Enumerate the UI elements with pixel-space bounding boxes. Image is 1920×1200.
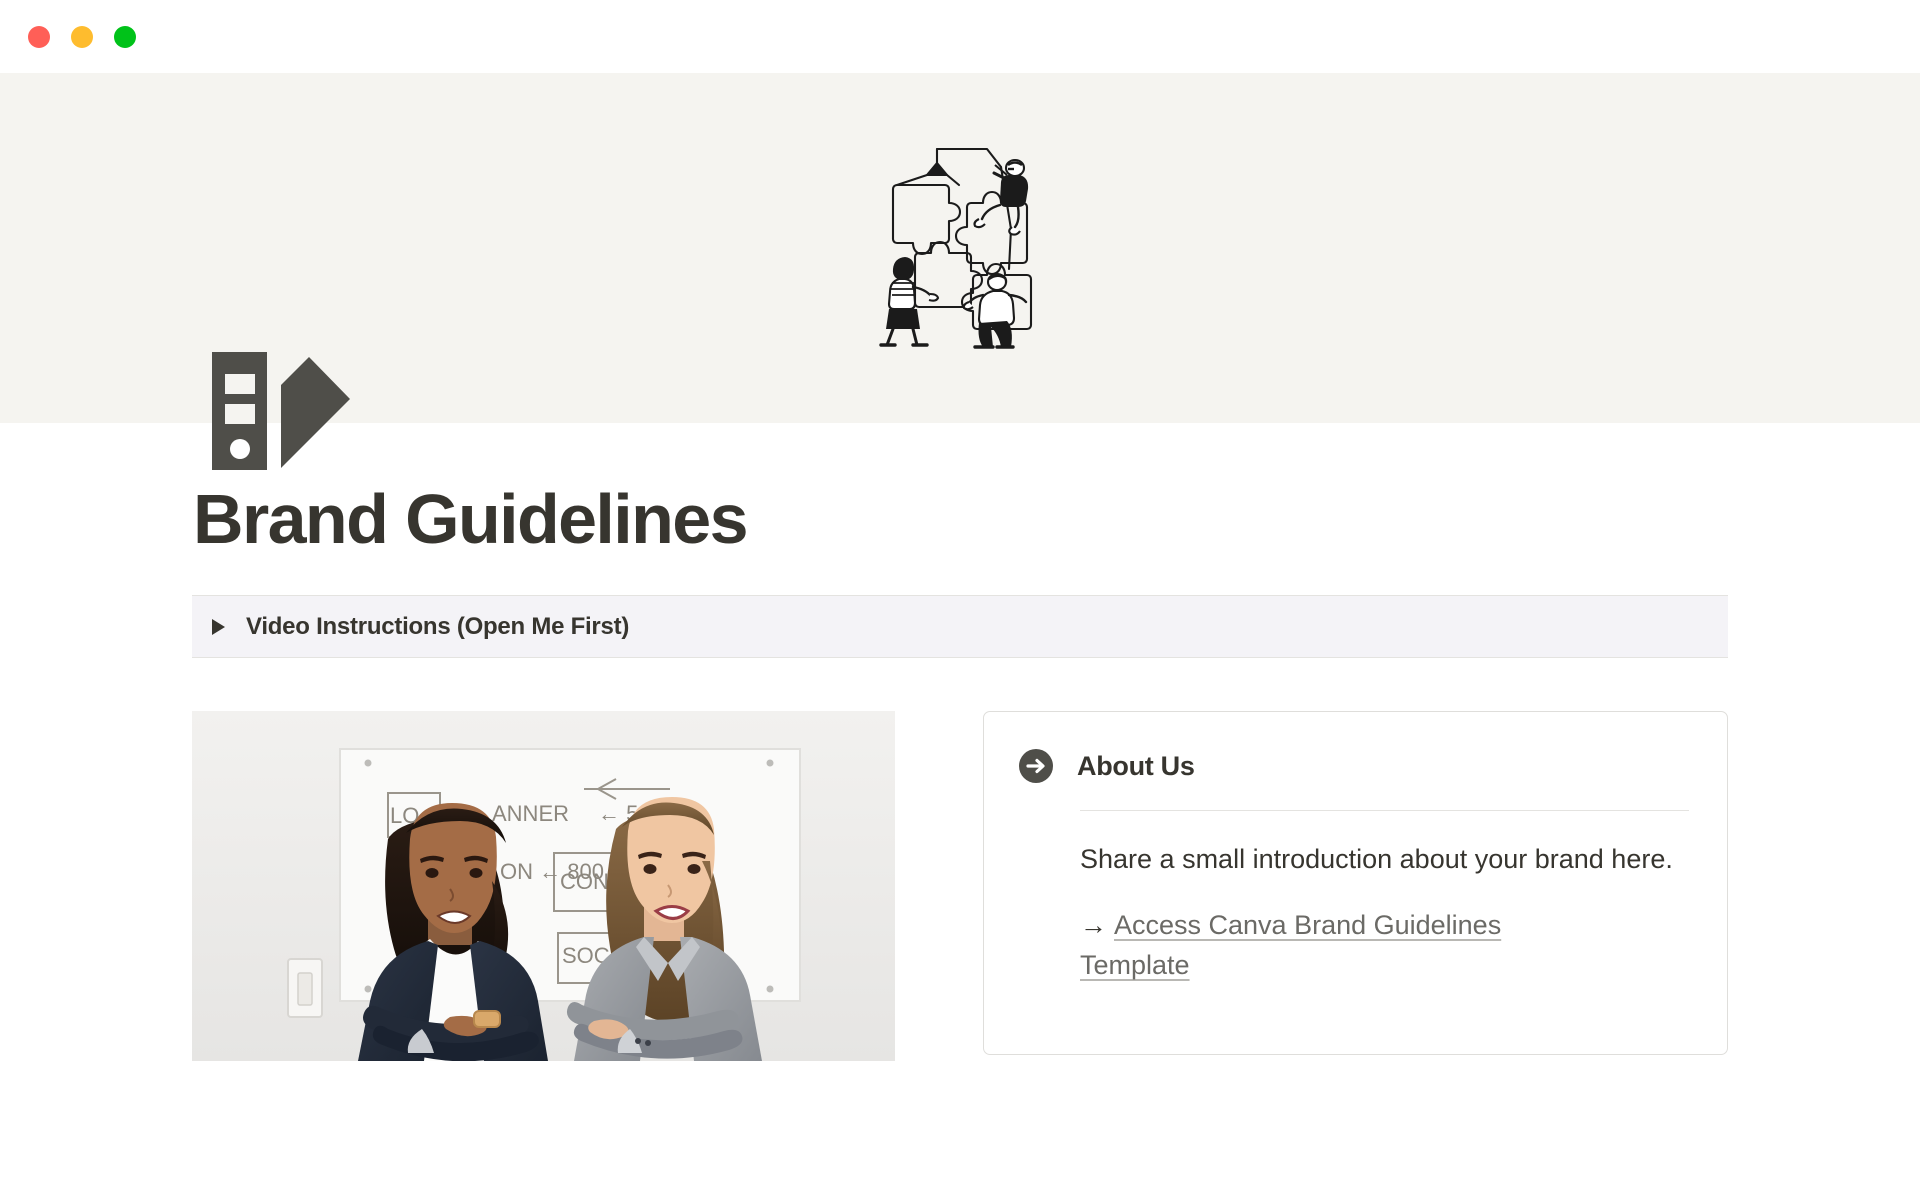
window-titlebar [0,0,1920,73]
svg-text:ANNER: ANNER [492,801,569,826]
about-card-link-row: → Access Canva Brand Guidelines Template [1080,906,1550,986]
minimize-window-button[interactable] [71,25,93,48]
arrow-right-circle-icon[interactable] [1018,748,1054,784]
photo-column: LO ANNER ← 500 ON ← 800 px CONTEN SOCI [192,711,895,1062]
canva-template-link[interactable]: Access Canva Brand Guidelines Template [1080,910,1501,980]
arrow-right-glyph: → [1080,910,1107,941]
traffic-light-group [28,25,136,48]
about-card-body-text: Share a small introduction about your br… [1080,844,1673,875]
about-card-title: About Us [1077,750,1195,781]
about-card-header: About Us [1018,748,1689,810]
collapsed-triangle-icon[interactable] [212,618,225,635]
divider-below-toggle [192,657,1728,659]
about-us-callout-card[interactable]: About Us Share a small introduction abou… [983,711,1728,1056]
team-photo[interactable]: LO ANNER ← 500 ON ← 800 px CONTEN SOCI [192,711,895,1062]
toggle-label: Video Instructions (Open Me First) [246,612,630,640]
page-icon[interactable] [212,352,350,470]
page-title[interactable]: Brand Guidelines [192,480,1728,558]
people-assembling-puzzle-illustration [875,137,1045,349]
two-column-row: LO ANNER ← 500 ON ← 800 px CONTEN SOCI A… [192,711,1728,1062]
about-card-divider [1080,810,1689,812]
maximize-window-button[interactable] [114,25,136,48]
close-window-button[interactable] [28,25,50,48]
page-content: Brand Guidelines Video Instructions (Ope… [192,480,1728,1062]
toggle-block-video-instructions[interactable]: Video Instructions (Open Me First) [192,596,1728,658]
